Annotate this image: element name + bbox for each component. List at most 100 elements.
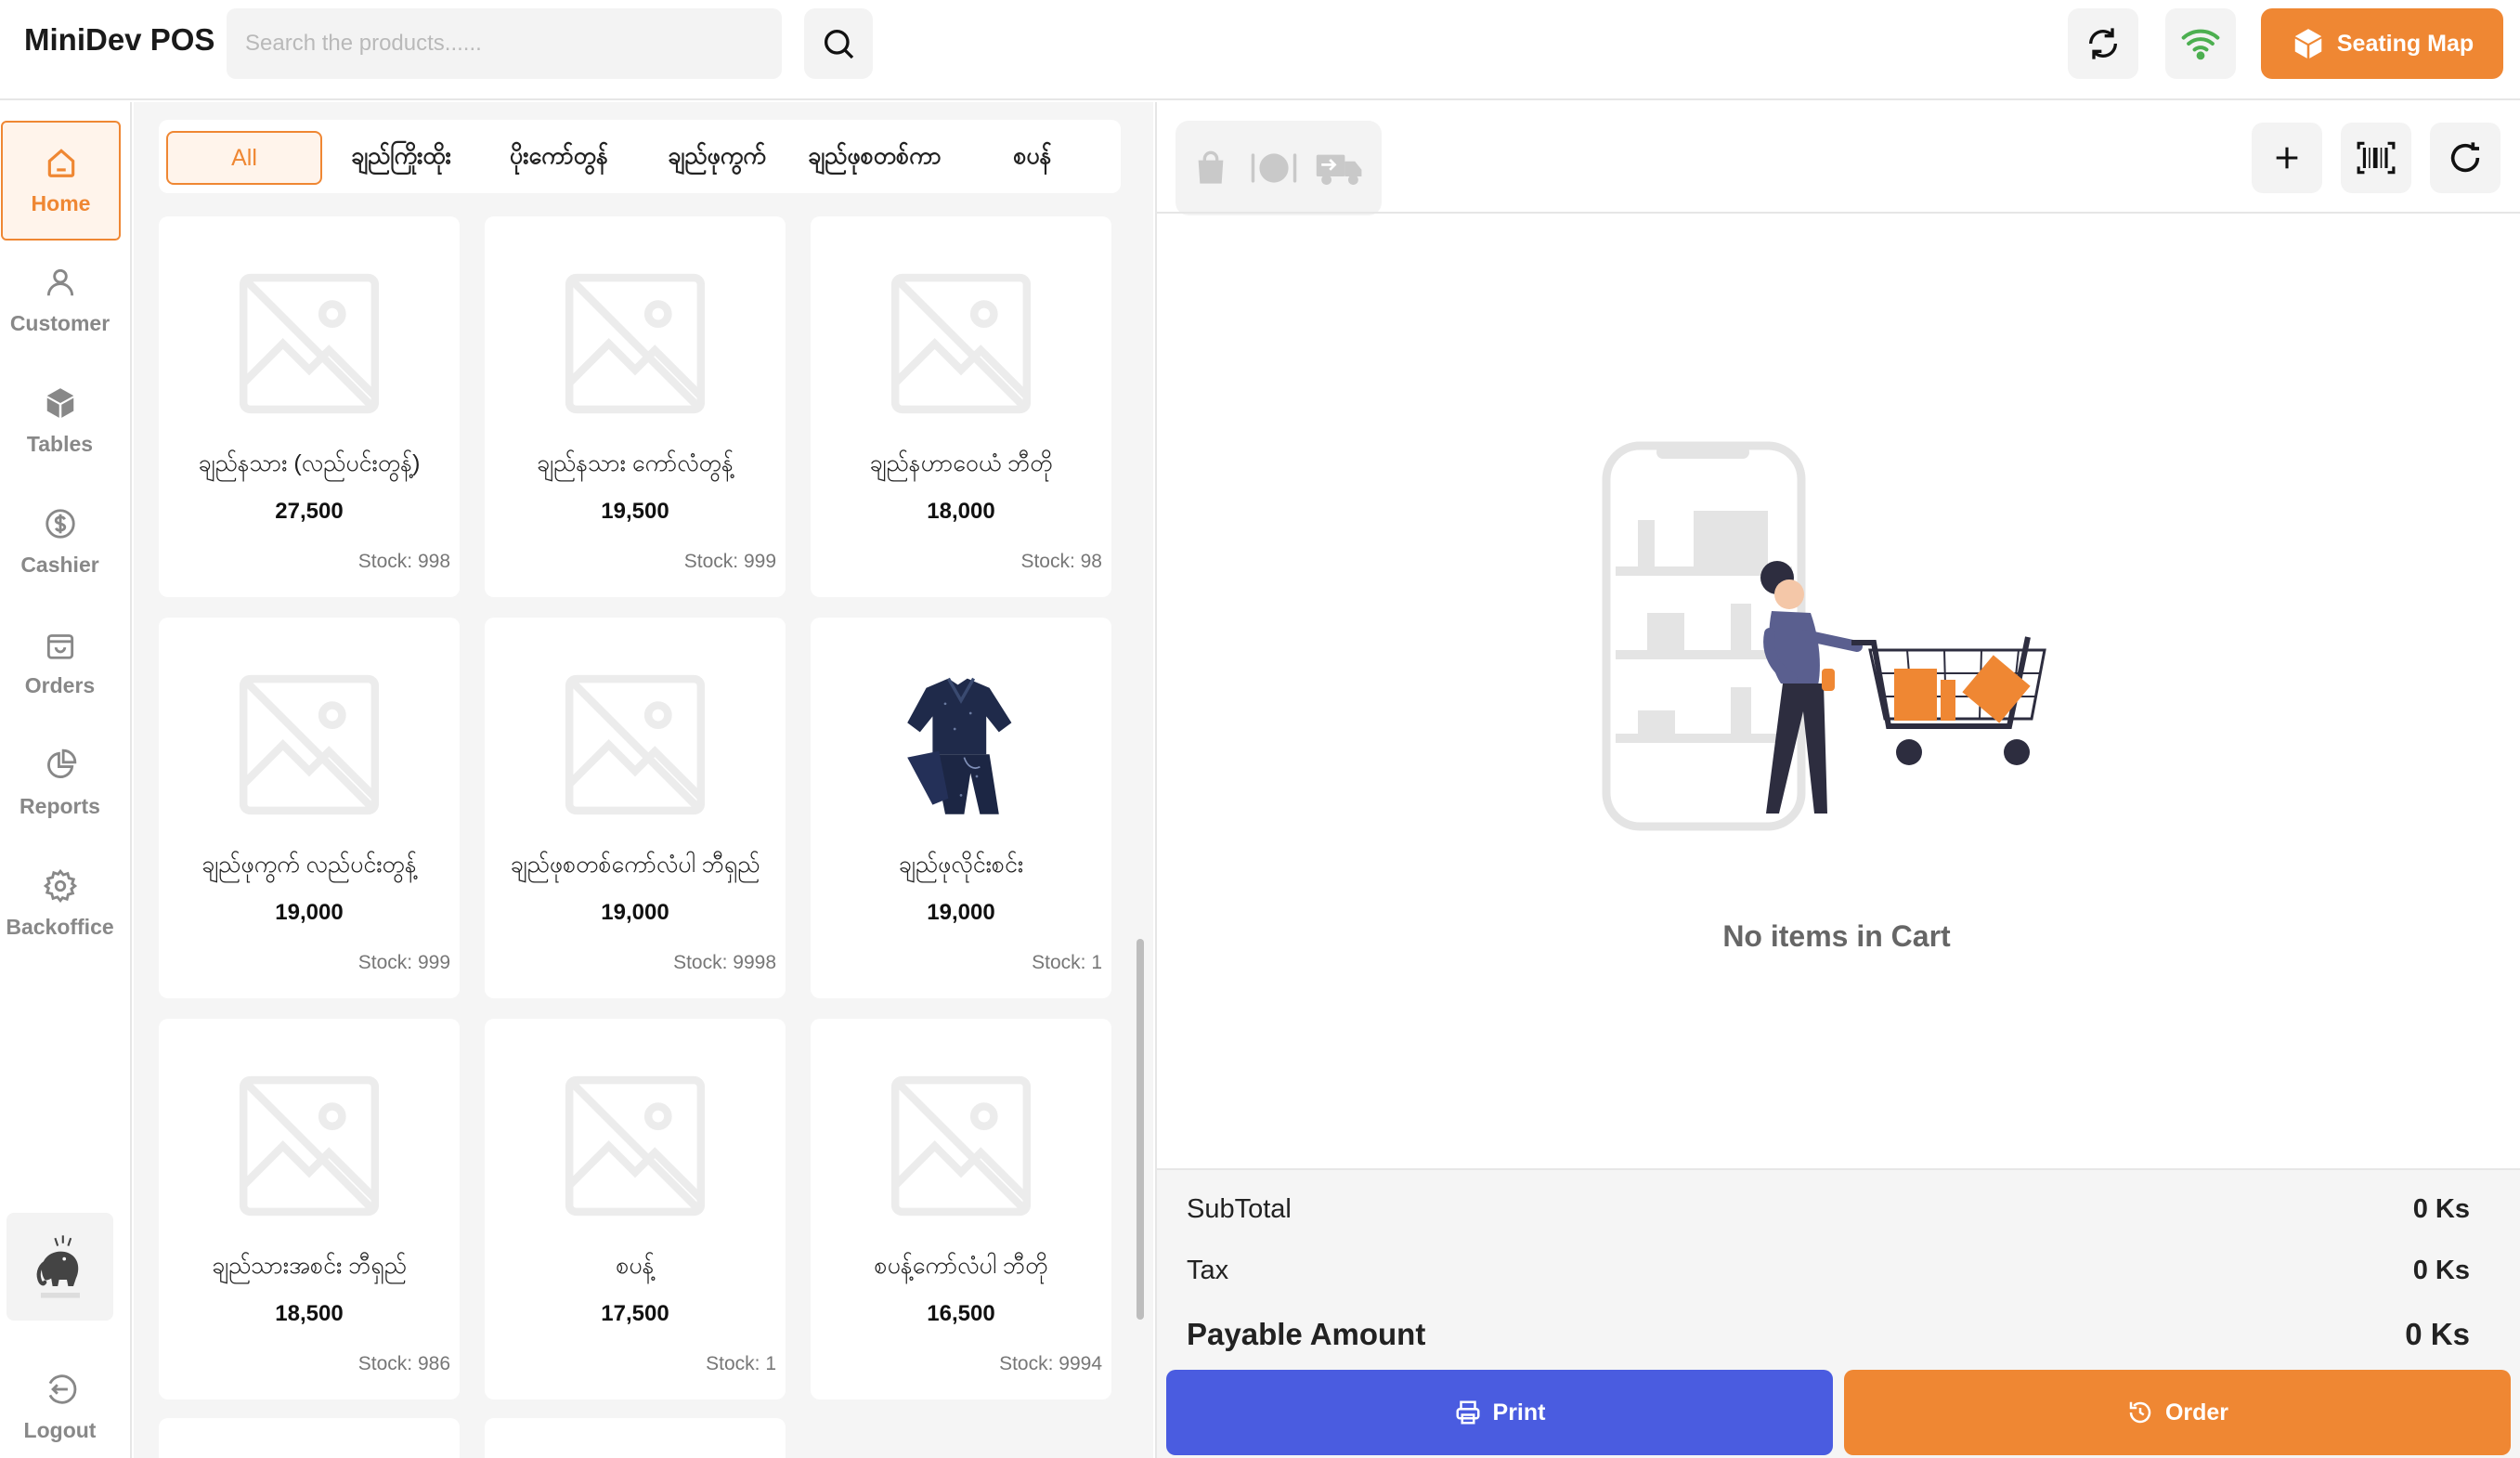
sidebar-item-label: Orders	[24, 673, 96, 697]
image-placeholder-icon	[890, 1075, 1032, 1217]
product-stock: Stock: 998	[357, 551, 450, 572]
product-panel: All ချည်ကြိုးထိုး ပိုးကော်တွန် ချည်ဖုကွက…	[134, 102, 1153, 1458]
tax-row: Tax 0 Ks	[1187, 1256, 2470, 1286]
product-stock: Stock: 9998	[673, 952, 776, 973]
order-button[interactable]: Order	[1844, 1370, 2511, 1455]
logout-label: Logout	[23, 1417, 97, 1442]
product-card[interactable]: ချည်နဟာဝေယံ ဘီတို 18,000 Stock: 98	[811, 216, 1111, 597]
dine-in-plate-icon[interactable]	[1250, 149, 1298, 188]
product-card[interactable]: ချည်ဖုကွက် လည်ပင်းတွန့် 19,000 Stock: 99…	[159, 618, 460, 998]
dollar-icon	[45, 509, 75, 539]
product-card[interactable]: စပန့် 17,500 Stock: 1	[485, 1019, 786, 1399]
search-input[interactable]	[227, 8, 782, 79]
user-icon	[46, 268, 73, 296]
store-logo-avatar[interactable]	[6, 1213, 113, 1321]
logout-button[interactable]: Logout	[0, 1356, 120, 1458]
wifi-status-button[interactable]	[2165, 8, 2236, 79]
product-card-partial[interactable]	[159, 1418, 460, 1458]
print-button[interactable]: Print	[1166, 1370, 1833, 1455]
product-card-partial[interactable]	[485, 1418, 786, 1458]
sidebar-item-tables[interactable]: Tables	[0, 361, 120, 481]
sidebar: Home Customer Tables Cashier Orders Repo…	[0, 102, 132, 1458]
takeaway-bag-icon[interactable]	[1192, 149, 1229, 188]
sidebar-item-label: Customer	[9, 311, 110, 335]
seating-map-button[interactable]: Seating Map	[2261, 8, 2503, 79]
subtotal-row: SubTotal 0 Ks	[1187, 1194, 2470, 1225]
product-stock: Stock: 1	[1032, 952, 1102, 973]
sidebar-item-customer[interactable]: Customer	[0, 241, 120, 360]
seating-map-label: Seating Map	[2336, 30, 2475, 57]
sidebar-item-orders[interactable]: Orders	[0, 603, 120, 722]
top-header: MiniDev POS Seating Map	[0, 0, 2520, 100]
pos-app: MiniDev POS Seating Map Home Customer Ta…	[0, 0, 2520, 1458]
product-card[interactable]: ချည်နသား (လည်ပင်းတွန့်) 27,500 Stock: 99…	[159, 216, 460, 597]
sync-button[interactable]	[2068, 8, 2138, 79]
tax-value: 0 Ks	[2412, 1256, 2470, 1285]
category-tab[interactable]: ချည်ဖုကွက်	[638, 131, 796, 185]
product-price: 16,500	[927, 1301, 995, 1326]
plus-icon	[2276, 147, 2298, 169]
reset-cart-button[interactable]	[2430, 123, 2501, 193]
rotate-icon	[2450, 142, 2480, 173]
product-card[interactable]: စပန့်ကော်လံပါ ဘီတို 16,500 Stock: 9994	[811, 1019, 1111, 1399]
sidebar-item-home[interactable]: Home	[1, 121, 121, 241]
product-stock: Stock: 999	[683, 551, 776, 572]
payable-value: 0 Ks	[2405, 1317, 2470, 1351]
gear-icon	[43, 868, 77, 904]
product-price: 19,000	[275, 900, 344, 925]
image-placeholder-icon	[239, 1075, 380, 1217]
delivery-truck-icon[interactable]	[1315, 149, 1365, 188]
order-label: Order	[2164, 1399, 2229, 1425]
printer-icon	[1456, 1400, 1480, 1425]
image-placeholder-icon	[239, 273, 380, 414]
product-price: 19,500	[601, 499, 669, 524]
product-name: ချည်သားအစင်း ဘီရှည်	[212, 1253, 407, 1279]
payable-label: Payable Amount	[1187, 1317, 1426, 1351]
category-tab[interactable]: စပန်	[954, 131, 1111, 185]
pie-chart-icon	[46, 749, 76, 778]
product-stock: Stock: 999	[357, 952, 450, 973]
product-scrollbar[interactable]	[1137, 939, 1144, 1320]
app-title: MiniDev POS	[24, 22, 215, 57]
search-button[interactable]	[804, 8, 873, 79]
tax-label: Tax	[1187, 1256, 1229, 1285]
refresh-icon	[2089, 28, 2117, 59]
empty-cart-text: No items in Cart	[1722, 919, 1951, 953]
sidebar-item-reports[interactable]: Reports	[0, 723, 120, 843]
sidebar-item-label: Cashier	[20, 553, 99, 577]
product-name: ချည်ဖုကွက် လည်ပင်းတွန့်	[201, 852, 417, 878]
image-placeholder-icon	[565, 273, 706, 414]
add-item-button[interactable]	[2252, 123, 2322, 193]
cube-icon	[2294, 29, 2322, 59]
sidebar-item-backoffice[interactable]: Backoffice	[0, 844, 120, 964]
pajama-photo	[907, 677, 1012, 814]
product-card[interactable]: ချည်သားအစင်း ဘီရှည် 18,500 Stock: 986	[159, 1019, 460, 1399]
product-name: ချည်ဖုစတစ်ကော်လံပါ ဘီရှည်	[510, 852, 760, 878]
product-card[interactable]: ချည်နသား ကော်လံတွန့် 19,500 Stock: 999	[485, 216, 786, 597]
product-card[interactable]: ချည်ဖုစတစ်ကော်လံပါ ဘီရှည် 19,000 Stock: …	[485, 618, 786, 998]
product-name: စပန့်	[616, 1253, 655, 1279]
order-type-selector	[1176, 121, 1382, 215]
logout-icon	[48, 1373, 76, 1404]
product-card[interactable]: ချည်ဖုလိုင်းစင်း 19,000 Stock: 1	[811, 618, 1111, 998]
product-name: ချည်နသား ကော်လံတွန့်	[537, 450, 734, 476]
product-stock: Stock: 98	[1020, 551, 1102, 572]
product-name: စပန့်ကော်လံပါ ဘီတို	[874, 1253, 1048, 1279]
sidebar-item-label: Backoffice	[6, 915, 114, 939]
product-price: 18,500	[275, 1301, 344, 1326]
sidebar-item-cashier[interactable]: Cashier	[0, 482, 120, 602]
product-stock: Stock: 986	[357, 1353, 450, 1374]
category-tab[interactable]: ချည်ဖုစတစ်ကာ	[796, 131, 954, 185]
category-tab[interactable]: ပိုးကော်တွန်	[480, 131, 638, 185]
image-placeholder-icon	[239, 674, 380, 815]
sidebar-item-label: Home	[31, 191, 91, 215]
product-price: 19,000	[601, 900, 669, 925]
image-placeholder-icon	[565, 674, 706, 815]
sidebar-item-label: Tables	[26, 432, 94, 456]
category-tab[interactable]: ချည်ကြိုးထိုး	[322, 131, 480, 185]
category-tab[interactable]: All	[166, 131, 322, 185]
product-name: ချည်နသား (လည်ပင်းတွန့်)	[198, 450, 421, 476]
empty-cart-illustration	[1602, 441, 2046, 831]
product-name: ချည်နဟာဝေယံ ဘီတို	[869, 450, 1053, 476]
barcode-scan-button[interactable]	[2341, 123, 2411, 193]
